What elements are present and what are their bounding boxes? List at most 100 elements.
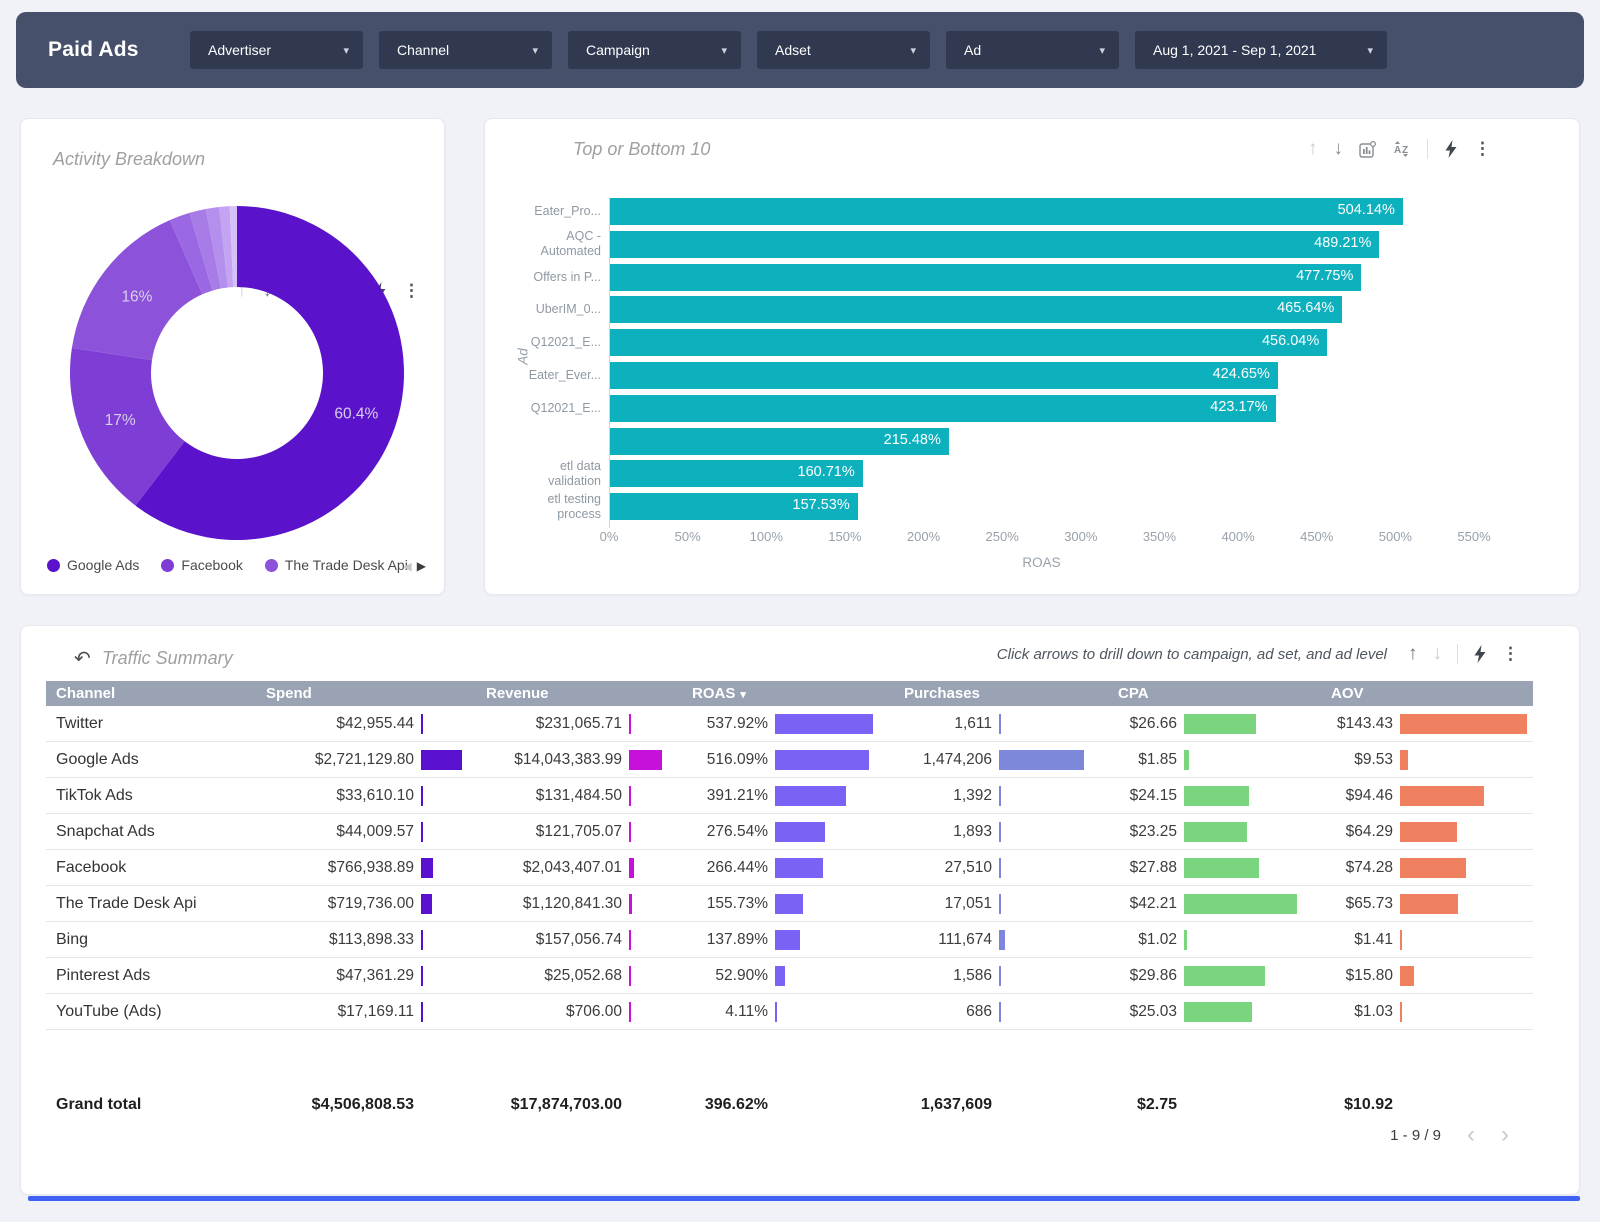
table-row[interactable]: Snapchat Ads$44,009.57$121,705.07276.54%… [46, 814, 1533, 850]
x-axis-tick: 550% [1444, 529, 1504, 544]
aov-bar [1400, 966, 1414, 986]
legend-item[interactable]: Facebook [161, 557, 242, 573]
revenue-bar-track [626, 714, 692, 734]
roas-bar[interactable]: 477.75% [610, 264, 1361, 291]
roas-bar[interactable]: 424.65% [610, 362, 1278, 389]
cell-revenue: $1,120,841.30 [486, 895, 626, 913]
filter-label: Adset [775, 42, 811, 58]
aov-bar [1400, 786, 1484, 806]
bar-category-label: etl testingprocess [489, 492, 601, 522]
page-next-icon[interactable]: › [1501, 1124, 1509, 1146]
table-row[interactable]: Facebook$766,938.89$2,043,407.01266.44%2… [46, 850, 1533, 886]
roas-bar [775, 858, 823, 878]
spend-bar [421, 750, 462, 770]
roas-bar[interactable]: 157.53% [610, 493, 858, 520]
filter-advertiser[interactable]: Advertiser▾ [190, 31, 363, 69]
horizontal-scrollbar[interactable] [28, 1196, 1580, 1201]
purchases-bar-track [996, 714, 1086, 734]
arrow-up-icon[interactable]: ↑ [1408, 644, 1418, 664]
table-row[interactable]: Google Ads$2,721,129.80$14,043,383.99516… [46, 742, 1533, 778]
roas-bar[interactable]: 489.21% [610, 231, 1379, 258]
cell-roas: 276.54% [692, 823, 772, 841]
cell-purchases: 1,392 [874, 787, 996, 805]
purchases-bar-track [996, 894, 1086, 914]
cell-cpa: $29.86 [1086, 967, 1181, 985]
col-header-cpa[interactable]: CPA [1086, 685, 1297, 702]
filter-label: Channel [397, 42, 449, 58]
filter-adset[interactable]: Adset▾ [757, 31, 930, 69]
date-range-picker[interactable]: Aug 1, 2021 - Sep 1, 2021▾ [1135, 31, 1387, 69]
col-header-spend[interactable]: Spend [236, 685, 486, 702]
roas-bar[interactable]: 215.48% [610, 428, 949, 455]
table-row[interactable]: Twitter$42,955.44$231,065.71537.92%1,611… [46, 706, 1533, 742]
col-header-channel[interactable]: Channel [46, 685, 236, 702]
table-row[interactable]: Bing$113,898.33$157,056.74137.89%111,674… [46, 922, 1533, 958]
roas-bar[interactable]: 423.17% [610, 395, 1276, 422]
roas-bar[interactable]: 465.64% [610, 296, 1342, 323]
cell-aov: $65.73 [1297, 895, 1397, 913]
aov-bar-track [1397, 858, 1533, 878]
lightning-icon[interactable] [1473, 645, 1487, 663]
arrow-down-icon[interactable]: ↓ [1433, 644, 1443, 664]
cell-channel: TikTok Ads [46, 787, 236, 805]
table-row[interactable]: YouTube (Ads)$17,169.11$706.004.11%686$2… [46, 994, 1533, 1030]
legend-item[interactable]: The Trade Desk Api [265, 557, 408, 573]
chevron-down-icon: ▾ [1367, 44, 1373, 57]
filter-channel[interactable]: Channel▾ [379, 31, 552, 69]
filter-ad[interactable]: Ad▾ [946, 31, 1119, 69]
drill-hint: Click arrows to drill down to campaign, … [997, 646, 1387, 663]
revenue-bar [629, 858, 634, 878]
col-header-purchases[interactable]: Purchases [874, 685, 1086, 702]
revenue-bar-track [626, 894, 692, 914]
legend-next-icon[interactable]: ▶ [417, 559, 426, 573]
roas-bar[interactable]: 160.71% [610, 460, 863, 487]
x-axis-tick: 300% [1051, 529, 1111, 544]
purchases-bar-track [996, 786, 1086, 806]
roas-bar [775, 1002, 777, 1022]
col-header-aov[interactable]: AOV [1297, 685, 1533, 702]
col-header-label: ROAS [692, 685, 735, 702]
bar-category-label: UberIM_0... [489, 302, 601, 317]
x-axis-tick: 500% [1365, 529, 1425, 544]
cell-revenue: $231,065.71 [486, 715, 626, 733]
x-axis-tick: 100% [736, 529, 796, 544]
cell-purchases: 1,586 [874, 967, 996, 985]
col-header-roas[interactable]: ROAS▾ [692, 685, 874, 702]
cell-channel: Facebook [46, 859, 236, 877]
roas-bar [775, 714, 873, 734]
donut-slice-label: 60.4% [334, 405, 378, 422]
col-header-revenue[interactable]: Revenue [486, 685, 692, 702]
grand-total-purchases: 1,637,609 [874, 1096, 996, 1114]
roas-bar-track [772, 858, 874, 878]
roas-bar[interactable]: 504.14% [610, 198, 1403, 225]
cell-roas: 391.21% [692, 787, 772, 805]
roas-bar [775, 966, 785, 986]
roas-bar-track [772, 750, 874, 770]
cell-cpa: $27.88 [1086, 859, 1181, 877]
spend-bar-track [418, 1002, 486, 1022]
page-prev-icon[interactable]: ‹ [1467, 1124, 1475, 1146]
table-row[interactable]: Pinterest Ads$47,361.29$25,052.6852.90%1… [46, 958, 1533, 994]
cell-revenue: $131,484.50 [486, 787, 626, 805]
spend-bar [421, 966, 423, 986]
aov-bar-track [1397, 966, 1533, 986]
legend-label: Google Ads [67, 557, 139, 573]
filter-campaign[interactable]: Campaign▾ [568, 31, 741, 69]
cpa-bar [1184, 894, 1297, 914]
revenue-bar-track [626, 966, 692, 986]
kebab-menu-icon[interactable]: ⋮ [1502, 644, 1519, 664]
table-row[interactable]: The Trade Desk Api$719,736.00$1,120,841.… [46, 886, 1533, 922]
table-row[interactable]: TikTok Ads$33,610.10$131,484.50391.21%1,… [46, 778, 1533, 814]
legend-item[interactable]: Google Ads [47, 557, 139, 573]
legend-prev-icon[interactable]: ◀ [403, 560, 411, 573]
purchases-bar-track [996, 930, 1086, 950]
activity-donut: 60.4%17%16% [67, 203, 407, 543]
undo-drill-icon[interactable]: ↶ [74, 646, 91, 671]
roas-bar-track [772, 822, 874, 842]
purchases-bar-track [996, 750, 1086, 770]
cell-revenue: $121,705.07 [486, 823, 626, 841]
roas-bar[interactable]: 456.04% [610, 329, 1327, 356]
cell-roas: 537.92% [692, 715, 772, 733]
revenue-bar-track [626, 1002, 692, 1022]
purchases-bar [999, 1002, 1001, 1022]
